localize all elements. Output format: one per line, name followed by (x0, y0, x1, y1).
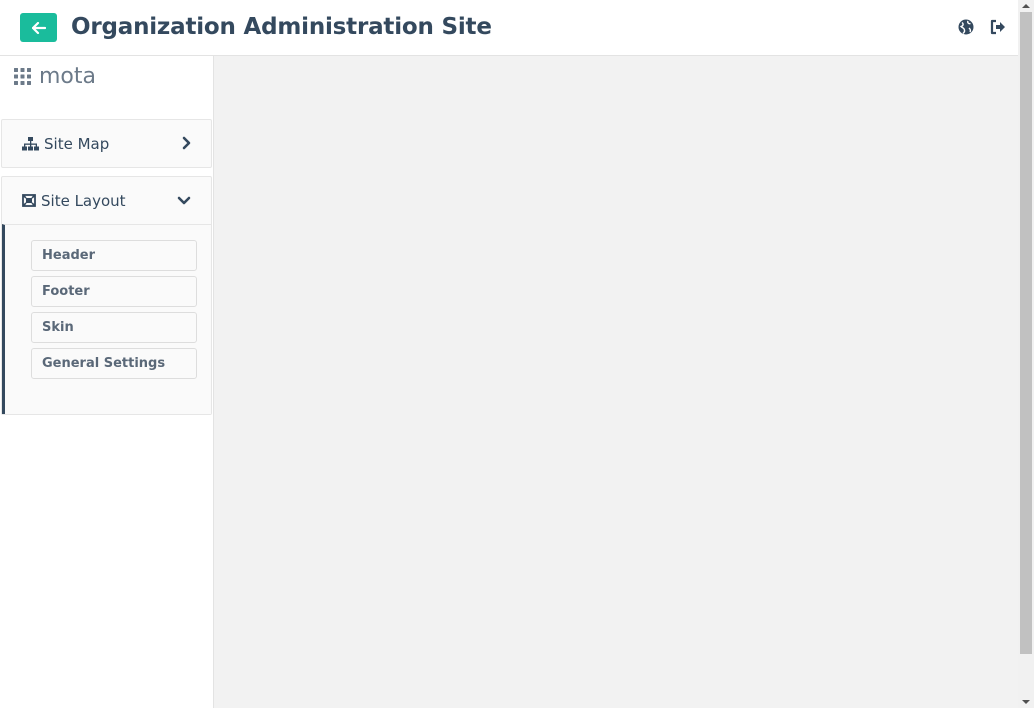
grid-icon (14, 68, 31, 85)
sign-out-icon[interactable] (989, 18, 1007, 36)
sitemap-icon (22, 136, 39, 150)
chevron-right-icon (182, 136, 191, 150)
panel-site-layout: Site Layout Header Footer Skin General S… (1, 176, 212, 415)
panel-site-map: Site Map (1, 119, 212, 168)
brand-name: mota (39, 64, 96, 89)
panel-label-site-map: Site Map (44, 134, 110, 153)
brand[interactable]: mota (14, 64, 96, 89)
submenu-item-footer[interactable]: Footer (31, 276, 197, 307)
layout-icon (22, 194, 36, 207)
main-content (214, 56, 1018, 708)
scroll-up-arrow-icon[interactable] (1022, 4, 1030, 8)
arrow-left-icon (31, 21, 46, 34)
scroll-thumb[interactable] (1020, 12, 1032, 654)
vertical-scrollbar[interactable] (1018, 0, 1034, 708)
top-bar: Organization Administration Site (0, 0, 1018, 56)
panel-header-site-layout[interactable]: Site Layout (2, 177, 211, 224)
scroll-down-arrow-icon[interactable] (1022, 700, 1030, 704)
panel-header-site-map[interactable]: Site Map (2, 120, 211, 167)
submenu-item-header[interactable]: Header (31, 240, 197, 271)
submenu-item-general-settings[interactable]: General Settings (31, 348, 197, 379)
globe-icon[interactable] (957, 18, 975, 36)
site-layout-submenu: Header Footer Skin General Settings (2, 224, 211, 414)
back-button[interactable] (20, 13, 57, 42)
submenu-item-skin[interactable]: Skin (31, 312, 197, 343)
sidebar: mota Site Map Site Layout Header Footer … (0, 56, 214, 708)
panel-label-site-layout: Site Layout (41, 191, 126, 210)
page-title: Organization Administration Site (71, 14, 492, 40)
chevron-down-icon (177, 196, 191, 205)
